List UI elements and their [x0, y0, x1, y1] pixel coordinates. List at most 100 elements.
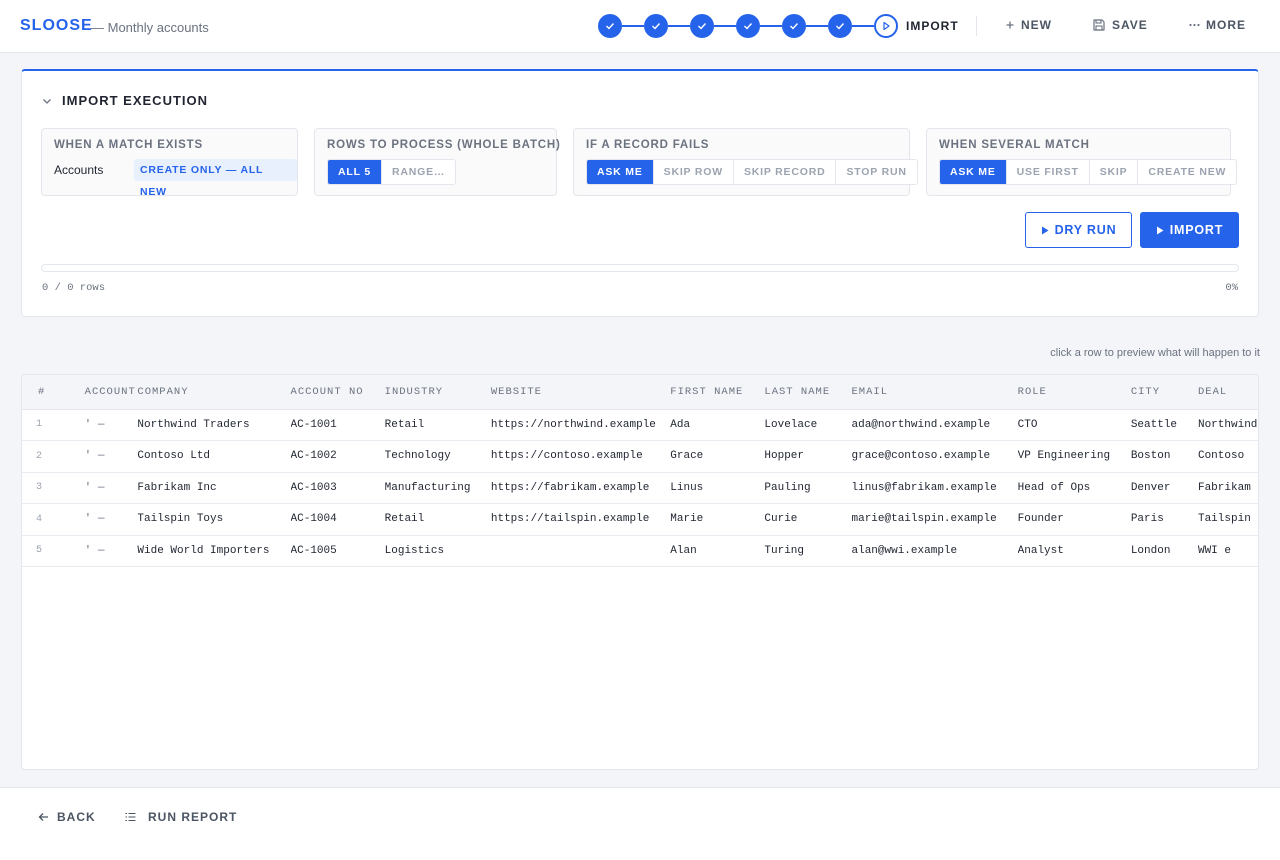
table-header-row: # ACCOUNT COMPANY ACCOUNT NO INDUSTRY WEBSITE… — [22, 375, 1258, 410]
column-header[interactable]: INDUSTRY — [384, 375, 491, 410]
table-cell: marie@tailspin.example — [851, 503, 1018, 536]
several-match-option-2[interactable]: SKIP — [1088, 160, 1138, 184]
step-complete[interactable] — [690, 14, 714, 38]
more-button[interactable]: MORE — [1189, 18, 1246, 32]
several-match-option-1[interactable]: USE FIRST — [1005, 160, 1089, 184]
table-cell: https://contoso.example — [490, 440, 671, 473]
table-cell: Grace — [670, 440, 765, 473]
column-header[interactable]: COMPANY — [137, 375, 291, 410]
step-connector — [760, 25, 782, 27]
several-match-option-3[interactable]: CREATE NEW — [1137, 160, 1236, 184]
completed-steps — [598, 14, 874, 38]
table-cell — [490, 535, 671, 567]
table-cell: Manufacturing — [384, 472, 491, 504]
run-report-button[interactable]: RUN REPORT — [125, 810, 237, 824]
table-row[interactable]: 2 ' — Contoso Ltd AC-1002 Technology https://… — [22, 440, 1258, 473]
table-cell: https://northwind.example — [490, 409, 671, 441]
table-cell: Contoso — [1197, 440, 1258, 473]
match-exists-select[interactable]: CREATE ONLY — ALL NEW — [134, 159, 297, 198]
play-icon — [1156, 226, 1164, 234]
column-header[interactable]: EMAIL — [851, 375, 1018, 410]
import-button[interactable]: IMPORT — [1140, 212, 1239, 248]
table-cell: ' — — [62, 440, 138, 473]
match-exists-title: WHEN A MATCH EXISTS — [54, 139, 203, 151]
step-complete[interactable] — [598, 14, 622, 38]
table-cell: Wide World Importers — [137, 535, 291, 567]
column-header[interactable]: FIRST NAME — [670, 375, 765, 410]
back-button[interactable]: BACK — [38, 810, 96, 824]
match-exists-entity: Accounts — [54, 163, 104, 177]
table-row[interactable]: 4 ' — Tailspin Toys AC-1004 Retail https://ta… — [22, 503, 1258, 536]
floppy-icon — [1093, 19, 1105, 31]
check-icon — [698, 23, 707, 30]
import-execution-panel: IMPORT EXECUTION WHEN A MATCH EXISTS Acc… — [21, 69, 1259, 317]
table-cell: ' — — [62, 472, 138, 504]
table-cell: ' — — [62, 503, 138, 536]
table-cell: Denver — [1130, 472, 1198, 504]
table-cell: Turing — [764, 535, 852, 567]
record-fails-option-0[interactable]: ASK ME — [587, 160, 653, 184]
dry-run-button[interactable]: DRY RUN — [1025, 212, 1132, 248]
rows-to-process-option: ROWS TO PROCESS (WHOLE BATCH) ALL 5 RANGE… — [314, 128, 560, 196]
import-execution-header[interactable]: IMPORT EXECUTION — [42, 93, 208, 108]
preview-table-container[interactable]: # ACCOUNT COMPANY ACCOUNT NO INDUSTRY WEBSITE… — [21, 374, 1259, 770]
record-fails-option: IF A RECORD FAILS ASK ME SKIP ROW SKIP REC… — [573, 128, 918, 196]
record-fails-option-2[interactable]: SKIP RECORD — [732, 160, 836, 184]
table-cell: Pauling — [764, 472, 852, 504]
column-header[interactable]: DEAL — [1197, 375, 1258, 410]
stepper: IMPORT — [598, 14, 959, 38]
save-button[interactable]: SAVE — [1092, 18, 1148, 32]
several-match-toggle: ASK ME USE FIRST SKIP CREATE NEW — [939, 159, 1238, 185]
table-cell: AC-1003 — [290, 472, 385, 504]
column-header[interactable]: ACCOUNT NO — [290, 375, 385, 410]
plus-icon — [1006, 21, 1014, 29]
table-row[interactable]: 1 ' — Northwind Traders AC-1001 Retail https:… — [22, 409, 1258, 441]
column-header[interactable]: # — [22, 375, 63, 410]
table-cell: Retail — [384, 503, 491, 536]
table-cell: Alan — [670, 535, 765, 567]
column-header[interactable]: LAST NAME — [764, 375, 852, 410]
step-complete[interactable] — [828, 14, 852, 38]
step-complete[interactable] — [736, 14, 760, 38]
table-cell: Lovelace — [764, 409, 852, 441]
table-row[interactable]: 3 ' — Fabrikam Inc AC-1003 Manufacturing http… — [22, 472, 1258, 504]
several-match-option: WHEN SEVERAL MATCH ASK ME USE FIRST SKIP CR… — [926, 128, 1238, 196]
record-fails-option-3[interactable]: STOP RUN — [835, 160, 916, 184]
step-complete[interactable] — [644, 14, 668, 38]
table-cell: VP Engineering — [1017, 440, 1131, 473]
column-header[interactable]: WEBSITE — [490, 375, 671, 410]
check-icon — [606, 23, 615, 30]
new-button[interactable]: NEW — [1005, 18, 1052, 32]
rows-to-process-option-1[interactable]: RANGE… — [380, 160, 455, 184]
record-fails-option-1[interactable]: SKIP ROW — [652, 160, 733, 184]
step-current-label: IMPORT — [906, 19, 959, 33]
step-current[interactable] — [874, 14, 898, 38]
brand-logo[interactable]: SLOOSE — [20, 17, 93, 35]
rows-to-process-option-0[interactable]: ALL 5 — [328, 160, 381, 184]
dry-run-label: DRY RUN — [1054, 223, 1117, 237]
table-cell: Analyst — [1017, 535, 1131, 567]
table-row[interactable]: 5 ' — Wide World Importers AC-1005 Logistics… — [22, 535, 1258, 567]
table-cell: ' — — [62, 409, 138, 441]
table-cell: Curie — [764, 503, 852, 536]
run-report-label: RUN REPORT — [148, 810, 238, 824]
preview-hint: click a row to preview what will happen … — [1050, 347, 1260, 359]
column-header[interactable]: CITY — [1130, 375, 1198, 410]
column-header[interactable]: ACCOUNT — [62, 375, 138, 410]
step-connector — [668, 25, 690, 27]
step-complete[interactable] — [782, 14, 806, 38]
several-match-option-0[interactable]: ASK ME — [940, 160, 1006, 184]
table-cell: https://tailspin.example — [490, 503, 671, 536]
table-cell: ' — — [62, 535, 138, 567]
table-cell: Seattle — [1130, 409, 1198, 441]
progress-bar — [41, 264, 1239, 272]
table-cell: AC-1001 — [290, 409, 385, 441]
table-cell: linus@fabrikam.example — [851, 472, 1018, 504]
match-exists-option: WHEN A MATCH EXISTS Accounts CREATE ONLY… — [41, 128, 298, 198]
progress-rows-text: 0 / 0 rows — [42, 282, 106, 294]
table-cell: Fabrikam — [1197, 472, 1258, 504]
column-header[interactable]: ROLE — [1017, 375, 1131, 410]
divider — [976, 16, 977, 36]
table-cell: 2 — [22, 440, 63, 473]
table-cell: Founder — [1017, 503, 1131, 536]
